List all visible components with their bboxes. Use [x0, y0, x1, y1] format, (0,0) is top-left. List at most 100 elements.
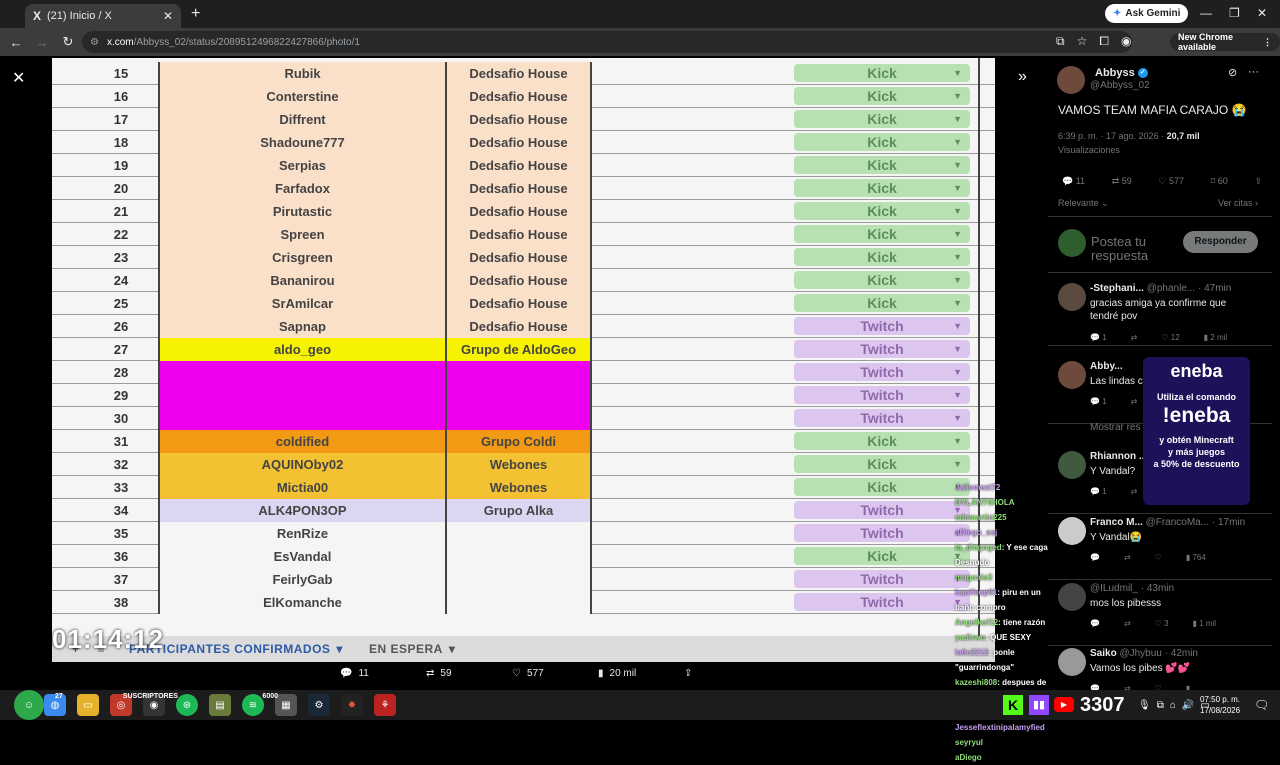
minimize-icon[interactable]: —: [1200, 6, 1212, 20]
participant-team: Webones: [445, 476, 592, 499]
comment-reply-icon[interactable]: 💬 1: [1090, 397, 1107, 406]
commenter-avatar[interactable]: [1058, 361, 1086, 389]
site-info-icon[interactable]: ⚙: [90, 37, 99, 48]
reply-action[interactable]: 💬 11: [340, 668, 426, 679]
comment-repost-icon[interactable]: ⇄: [1131, 487, 1138, 496]
close-viewer-icon[interactable]: ✕: [12, 68, 25, 88]
bookmark-star-icon[interactable]: ☆: [1077, 34, 1088, 49]
extensions-icon[interactable]: ⧠: [1099, 34, 1109, 49]
comment-like-icon[interactable]: ♡: [1155, 553, 1162, 562]
reply-sort[interactable]: Relevante ⌄ Ver citas ›: [1058, 198, 1258, 209]
back-icon[interactable]: ←: [4, 35, 28, 50]
subs-current: 27: [55, 692, 63, 700]
maximize-icon[interactable]: ❐: [1229, 6, 1240, 20]
more-options-icon[interactable]: ···: [1248, 66, 1259, 78]
commenter-name[interactable]: Abby...: [1090, 361, 1123, 372]
tweet-repost-stat[interactable]: ⇄ 59: [1112, 176, 1132, 187]
system-clock[interactable]: 07:50 p. m. 17/08/2026: [1200, 694, 1240, 716]
author-name[interactable]: Abbyss ✓: [1095, 67, 1148, 79]
chat-username: aDiego_ssj: [955, 528, 998, 537]
reply-input[interactable]: Postea tu respuesta: [1091, 235, 1171, 263]
sheet-row: 15 Rubik Dedsafio House Kick ▼: [52, 62, 995, 85]
participant-name: AQUINOby02: [158, 453, 445, 476]
url-field[interactable]: ⚙ x.com/Abbyss_02/status/208951249682242…: [82, 31, 1132, 53]
comment-reply-icon[interactable]: 💬: [1090, 553, 1100, 562]
tweet-meta: 6:39 p. m. · 17 ago. 2026 · 20,7 mil Vis…: [1058, 131, 1200, 155]
comment-repost-icon[interactable]: ⇄: [1124, 619, 1131, 628]
comment-repost-icon[interactable]: ⇄: [1131, 333, 1138, 342]
app4-icon[interactable]: ⚘: [374, 694, 396, 716]
comment-repost-icon[interactable]: ⇄: [1131, 397, 1138, 406]
repost-action[interactable]: ⇄ 59: [426, 668, 512, 679]
chat-text: : QUE SEXY: [985, 633, 1032, 642]
forward-icon[interactable]: →: [30, 35, 54, 50]
comment-like-icon[interactable]: ♡ 3: [1155, 619, 1169, 628]
eneba-line3a: y obtén Minecraft: [1159, 435, 1234, 445]
comment-reply-icon[interactable]: 💬 1: [1090, 333, 1107, 342]
comment-repost-icon[interactable]: ⇄: [1124, 553, 1131, 562]
profile-icon[interactable]: ◉: [1121, 34, 1131, 49]
comment-views-icon[interactable]: ▮ 2 mil: [1204, 333, 1228, 342]
new-tab-icon[interactable]: +: [191, 5, 200, 23]
tray-app-icon[interactable]: ⧉: [1157, 700, 1164, 711]
commenter-name[interactable]: Rhiannon ...: [1090, 451, 1147, 462]
commenter-name[interactable]: Saiko @Jhybuu · 42min: [1090, 648, 1198, 659]
tweet-reply-stat[interactable]: 💬 11: [1062, 176, 1085, 187]
commenter-avatar[interactable]: [1058, 583, 1086, 611]
window-close-icon[interactable]: ✕: [1257, 6, 1267, 20]
show-more-link[interactable]: Mostrar res: [1090, 422, 1141, 433]
commenter-handle: @phanle... · 47min: [1146, 283, 1232, 294]
ask-gemini-button[interactable]: ✦ Ask Gemini: [1105, 4, 1189, 23]
comment-like-icon[interactable]: ♡ 12: [1161, 333, 1179, 342]
commenter-avatar[interactable]: [1058, 283, 1086, 311]
comment-reply-icon[interactable]: 💬: [1090, 619, 1100, 628]
volume-icon[interactable]: 🔊: [1182, 700, 1194, 711]
like-action[interactable]: ♡ 577: [512, 668, 598, 679]
collapse-sidebar-icon[interactable]: »: [1018, 68, 1027, 86]
commenter-name[interactable]: Franco M... @FrancoMa... · 17min: [1090, 517, 1245, 528]
chip-dropdown-icon: ▼: [953, 91, 962, 101]
comment-views-icon[interactable]: ▮ 764: [1186, 553, 1206, 562]
commenter-name[interactable]: -Stephani... @phanle... · 47min: [1090, 283, 1231, 294]
grok-icon[interactable]: ⊘: [1228, 66, 1237, 79]
author-avatar[interactable]: [1057, 66, 1085, 94]
reload-icon[interactable]: ↻: [56, 34, 80, 50]
author-handle[interactable]: @Abbyss_02: [1090, 80, 1150, 91]
platform-chip: Kick ▼: [794, 110, 970, 128]
notifications-icon[interactable]: 🗨: [1254, 698, 1269, 712]
tweet-share-icon[interactable]: ⇪: [1254, 176, 1262, 187]
menu-dots-icon[interactable]: ⋮: [1263, 37, 1272, 48]
my-avatar: [1058, 229, 1086, 257]
commenter-avatar[interactable]: [1058, 648, 1086, 676]
chip-dropdown-icon: ▼: [953, 183, 962, 193]
divider: [1048, 513, 1272, 514]
network-icon[interactable]: ⌂: [1170, 700, 1176, 711]
sheet-row: 36 EsVandal Kick ▼: [52, 545, 995, 568]
browser-tab[interactable]: X (21) Inicio / X ✕: [25, 4, 181, 28]
reply-submit-button[interactable]: Responder: [1183, 231, 1258, 253]
chat-message: magoalo3: [955, 570, 1055, 585]
chat-username: hanifeup01: [955, 588, 998, 597]
tweet-like-stat[interactable]: ♡ 577: [1158, 176, 1184, 187]
app3-icon[interactable]: ✸: [341, 694, 363, 716]
install-icon[interactable]: ⧉: [1056, 34, 1065, 49]
commenter-avatar[interactable]: [1058, 451, 1086, 479]
comment-views-icon[interactable]: ▮ 1 mil: [1193, 619, 1217, 628]
views-action[interactable]: ▮ 20 mil: [598, 668, 684, 679]
platform-label: Twitch: [860, 387, 904, 403]
new-chrome-button[interactable]: New Chrome available ⋮: [1170, 32, 1280, 52]
tweet-bookmark-stat[interactable]: ⌑ 60: [1211, 176, 1228, 187]
repost-icon: ⇄: [426, 668, 435, 679]
participant-team: [445, 591, 592, 614]
share-action[interactable]: ⇪: [684, 668, 770, 679]
commenter-avatar[interactable]: [1058, 517, 1086, 545]
mic-icon[interactable]: 🎙: [1138, 700, 1151, 711]
comment-reply-icon[interactable]: 💬 1: [1090, 487, 1107, 496]
commenter-name[interactable]: @ILudmil_ · 43min: [1090, 583, 1174, 594]
chat-message: DYLANT0HOLA: [955, 495, 1055, 510]
close-tab-icon[interactable]: ✕: [163, 9, 173, 23]
steam-icon[interactable]: ⚙: [308, 694, 330, 716]
chip-dropdown-icon: ▼: [953, 344, 962, 354]
participant-team: Dedsafio House: [445, 154, 592, 177]
see-quotes-link[interactable]: Ver citas ›: [1218, 198, 1258, 208]
